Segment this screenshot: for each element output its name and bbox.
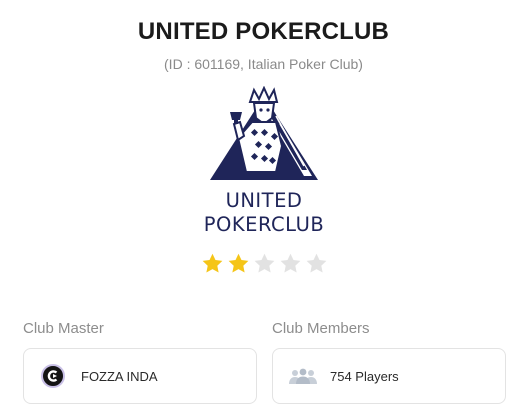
club-logo: UNITED POKERCLUB [184,86,344,240]
star-empty-icon [306,253,327,273]
club-rating [201,252,328,278]
club-members-card[interactable]: 754 Players [272,348,506,404]
logo-text-united: UNITED [225,189,303,212]
king-of-spades-logo-icon [210,86,318,180]
club-master-label: Club Master [23,320,104,337]
avatar-glyph-icon [47,370,58,382]
club-members-count: 754 Players [330,368,399,384]
club-master-card[interactable]: FOZZA INDA [23,348,257,404]
user-avatar-icon [41,364,65,388]
star-filled-icon [228,253,249,273]
logo-text-pokerclub: POKERCLUB [203,213,325,236]
club-title: UNITED POKERCLUB [137,18,390,45]
star-empty-icon [280,253,301,273]
star-empty-icon [254,253,275,273]
club-members-label: Club Members [272,320,370,337]
star-filled-icon [202,253,223,273]
club-master-name: FOZZA INDA [81,368,158,384]
people-group-icon [289,368,317,384]
club-subtitle: (ID : 601169, Italian Poker Club) [164,56,363,72]
